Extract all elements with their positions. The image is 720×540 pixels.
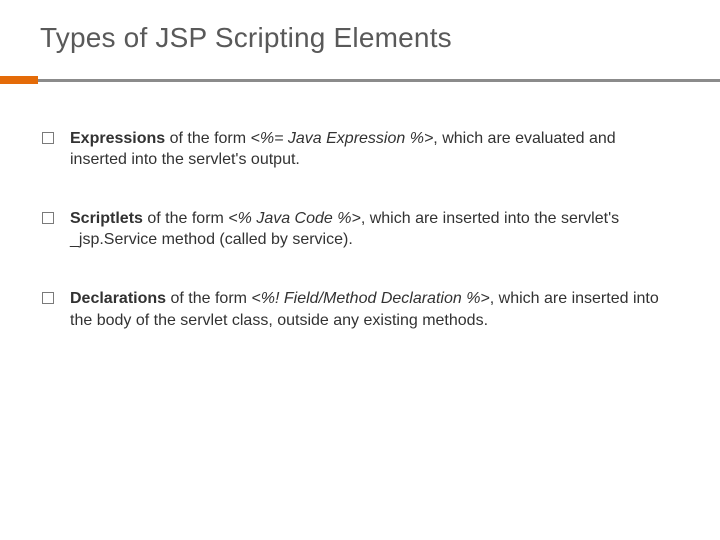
term: Scriptlets bbox=[70, 210, 143, 227]
text: of the form bbox=[166, 290, 251, 307]
list-item: Declarations of the form <%! Field/Metho… bbox=[38, 288, 670, 330]
divider bbox=[0, 76, 720, 94]
code-form: <%! Field/Method Declaration %> bbox=[251, 290, 489, 307]
text: of the form bbox=[165, 130, 250, 147]
accent-block bbox=[0, 76, 38, 84]
slide: Types of JSP Scripting Elements Expressi… bbox=[0, 0, 720, 540]
horizontal-rule bbox=[38, 79, 720, 82]
bullet-list: Expressions of the form <%= Java Express… bbox=[38, 128, 670, 331]
code-form: <% Java Code %> bbox=[228, 210, 361, 227]
slide-title: Types of JSP Scripting Elements bbox=[0, 22, 720, 54]
text: of the form bbox=[143, 210, 228, 227]
code-form: <%= Java Expression %> bbox=[251, 130, 434, 147]
term: Declarations bbox=[70, 290, 166, 307]
list-item: Expressions of the form <%= Java Express… bbox=[38, 128, 670, 170]
content-area: Expressions of the form <%= Java Express… bbox=[0, 94, 720, 331]
term: Expressions bbox=[70, 130, 165, 147]
list-item: Scriptlets of the form <% Java Code %>, … bbox=[38, 208, 670, 250]
